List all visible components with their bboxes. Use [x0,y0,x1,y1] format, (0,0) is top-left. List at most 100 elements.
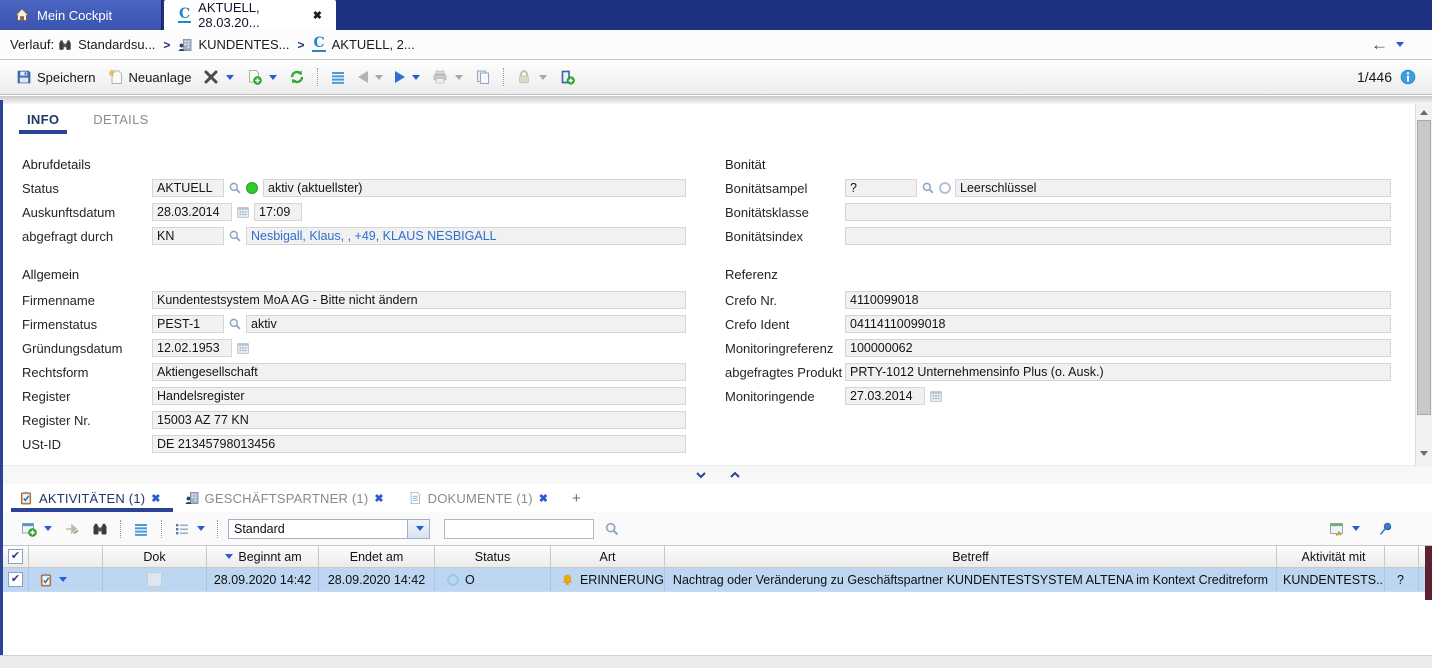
row-checkbox[interactable]: ✔ [3,568,29,591]
info-icon[interactable] [1400,69,1416,85]
registernr-field[interactable]: 15003 AZ 77 KN [152,411,686,429]
view-selector[interactable]: Standard [228,519,430,539]
row-status-cell[interactable]: O [435,568,551,591]
table-settings-button[interactable] [1323,518,1366,540]
header-overflow-column[interactable] [1385,546,1419,567]
header-art[interactable]: Art [551,546,665,567]
header-dok[interactable]: Dok [103,546,207,567]
expand-up-icon[interactable] [729,471,741,479]
close-tab-icon[interactable]: ✖ [374,492,383,505]
close-tab-icon[interactable]: ✖ [539,492,548,505]
row-beginnt-cell[interactable]: 28.09.2020 14:42 [207,568,319,591]
print-button[interactable] [426,66,469,88]
add-document-button[interactable] [240,66,283,88]
filter-view-button[interactable] [168,518,211,540]
ustid-field[interactable]: DE 21345798013456 [152,435,686,453]
table-scrollbar-strip[interactable] [1425,546,1432,600]
tab-details[interactable]: DETAILS [89,112,152,134]
filter-dropdown-icon[interactable] [197,526,205,531]
list-view-button[interactable] [127,518,155,540]
lock-button[interactable] [510,66,553,88]
history-dropdown-icon[interactable] [1396,42,1404,47]
new-record-button[interactable]: Neuanlage [102,66,198,88]
auskunftsdatum-field[interactable]: 28.03.2014 [152,203,232,221]
header-betreff[interactable]: Betreff [665,546,1277,567]
row-type-cell[interactable] [29,568,103,591]
monitoringreferenz-field[interactable]: 100000062 [845,339,1391,357]
header-endet-am[interactable]: Endet am [319,546,435,567]
status-code-field[interactable]: AKTUELL [152,179,224,197]
tab-aktivitaeten[interactable]: AKTIVITÄTEN (1) ✖ [11,484,173,512]
exit-add-button[interactable] [553,66,581,88]
tab-aktuell[interactable]: C AKTUELL, 28.03.20... ✖ [164,0,336,30]
activity-search-input[interactable] [444,519,594,539]
firmenname-field[interactable]: Kundentestsystem MoA AG - Bitte nicht än… [152,291,686,309]
delete-button[interactable] [197,66,240,88]
view-selector-value[interactable]: Standard [228,519,408,539]
save-button[interactable]: Speichern [10,66,102,88]
next-dropdown-icon[interactable] [412,75,420,80]
produkt-field[interactable]: PRTY-1012 Unternehmensinfo Plus (o. Ausk… [845,363,1391,381]
bonitaetsampel-code-field[interactable]: ? [845,179,917,197]
close-tab-icon[interactable]: ✖ [151,492,160,505]
forward-activity-button[interactable] [58,518,86,540]
view-selector-dropdown[interactable] [408,519,430,539]
panel-splitter[interactable] [3,465,1432,484]
calendar-icon[interactable] [236,341,250,355]
form-scrollbar[interactable] [1415,104,1432,465]
row-aktivitaet-mit-cell[interactable]: KUNDENTESTS... [1277,568,1385,591]
row-overflow-cell[interactable]: ? [1385,568,1419,591]
refresh-button[interactable] [283,66,311,88]
print-dropdown-icon[interactable] [455,75,463,80]
gruendungsdatum-field[interactable]: 12.02.1953 [152,339,232,357]
breadcrumb-kundentestsystem[interactable]: KUNDENTES... [178,37,289,52]
monitoringende-field[interactable]: 27.03.2014 [845,387,925,405]
firmenstatus-code-field[interactable]: PEST-1 [152,315,224,333]
header-status[interactable]: Status [435,546,551,567]
breadcrumb-aktuell[interactable]: C AKTUELL, 2... [312,37,414,52]
collapse-down-icon[interactable] [695,471,707,479]
breadcrumb-standardsuche[interactable]: Standardsu... [58,37,155,52]
tab-mein-cockpit[interactable]: Mein Cockpit [0,0,162,30]
add-document-dropdown-icon[interactable] [269,75,277,80]
copy-button[interactable] [469,66,497,88]
bonitaetsindex-field[interactable] [845,227,1391,245]
row-art-cell[interactable]: ERINNERUNG [551,568,665,591]
list-view-button[interactable] [324,66,352,88]
row-betreff-cell[interactable]: Nachtrag oder Veränderung zu Geschäftspa… [665,568,1277,591]
register-field[interactable]: Handelsregister [152,387,686,405]
previous-dropdown-icon[interactable] [375,75,383,80]
close-tab-icon[interactable]: ✖ [313,9,322,22]
calendar-icon[interactable] [236,205,250,219]
tab-info[interactable]: INFO [19,112,67,134]
auskunftszeit-field[interactable]: 17:09 [254,203,302,221]
header-aktivitaet-mit[interactable]: Aktivität mit [1277,546,1385,567]
calendar-icon[interactable] [929,389,943,403]
header-icon-column[interactable] [29,546,103,567]
abgefragt-code-field[interactable]: KN [152,227,224,245]
abgefragt-value-field[interactable]: Nesbigall, Klaus, , +49, KLAUS NESBIGALL [246,227,686,245]
row-dok-cell[interactable] [103,568,207,591]
table-settings-dropdown-icon[interactable] [1352,526,1360,531]
scrollbar-thumb[interactable] [1417,120,1431,415]
scroll-down-button[interactable] [1416,445,1432,461]
search-lookup-icon[interactable] [228,181,242,195]
search-lookup-icon[interactable] [921,181,935,195]
pin-icon[interactable] [1378,521,1394,537]
new-activity-button[interactable] [15,518,58,540]
history-back-button[interactable]: ← [1371,36,1388,53]
scroll-up-button[interactable] [1416,104,1432,120]
rechtsform-field[interactable]: Aktiengesellschaft [152,363,686,381]
row-endet-cell[interactable]: 28.09.2020 14:42 [319,568,435,591]
next-record-button[interactable] [389,68,426,86]
crefonr-field[interactable]: 4110099018 [845,291,1391,309]
table-row[interactable]: ✔ 28.09.2020 14:42 28.09.2020 14:42 O ER… [3,568,1432,592]
search-binoculars-button[interactable] [86,518,114,540]
row-action-dropdown-icon[interactable] [59,577,67,582]
lock-dropdown-icon[interactable] [539,75,547,80]
search-lookup-icon[interactable] [228,317,242,331]
bonitaetsampel-value-field[interactable]: Leerschlüssel [955,179,1391,197]
status-value-field[interactable]: aktiv (aktuellster) [263,179,686,197]
search-lookup-icon[interactable] [228,229,242,243]
delete-dropdown-icon[interactable] [226,75,234,80]
